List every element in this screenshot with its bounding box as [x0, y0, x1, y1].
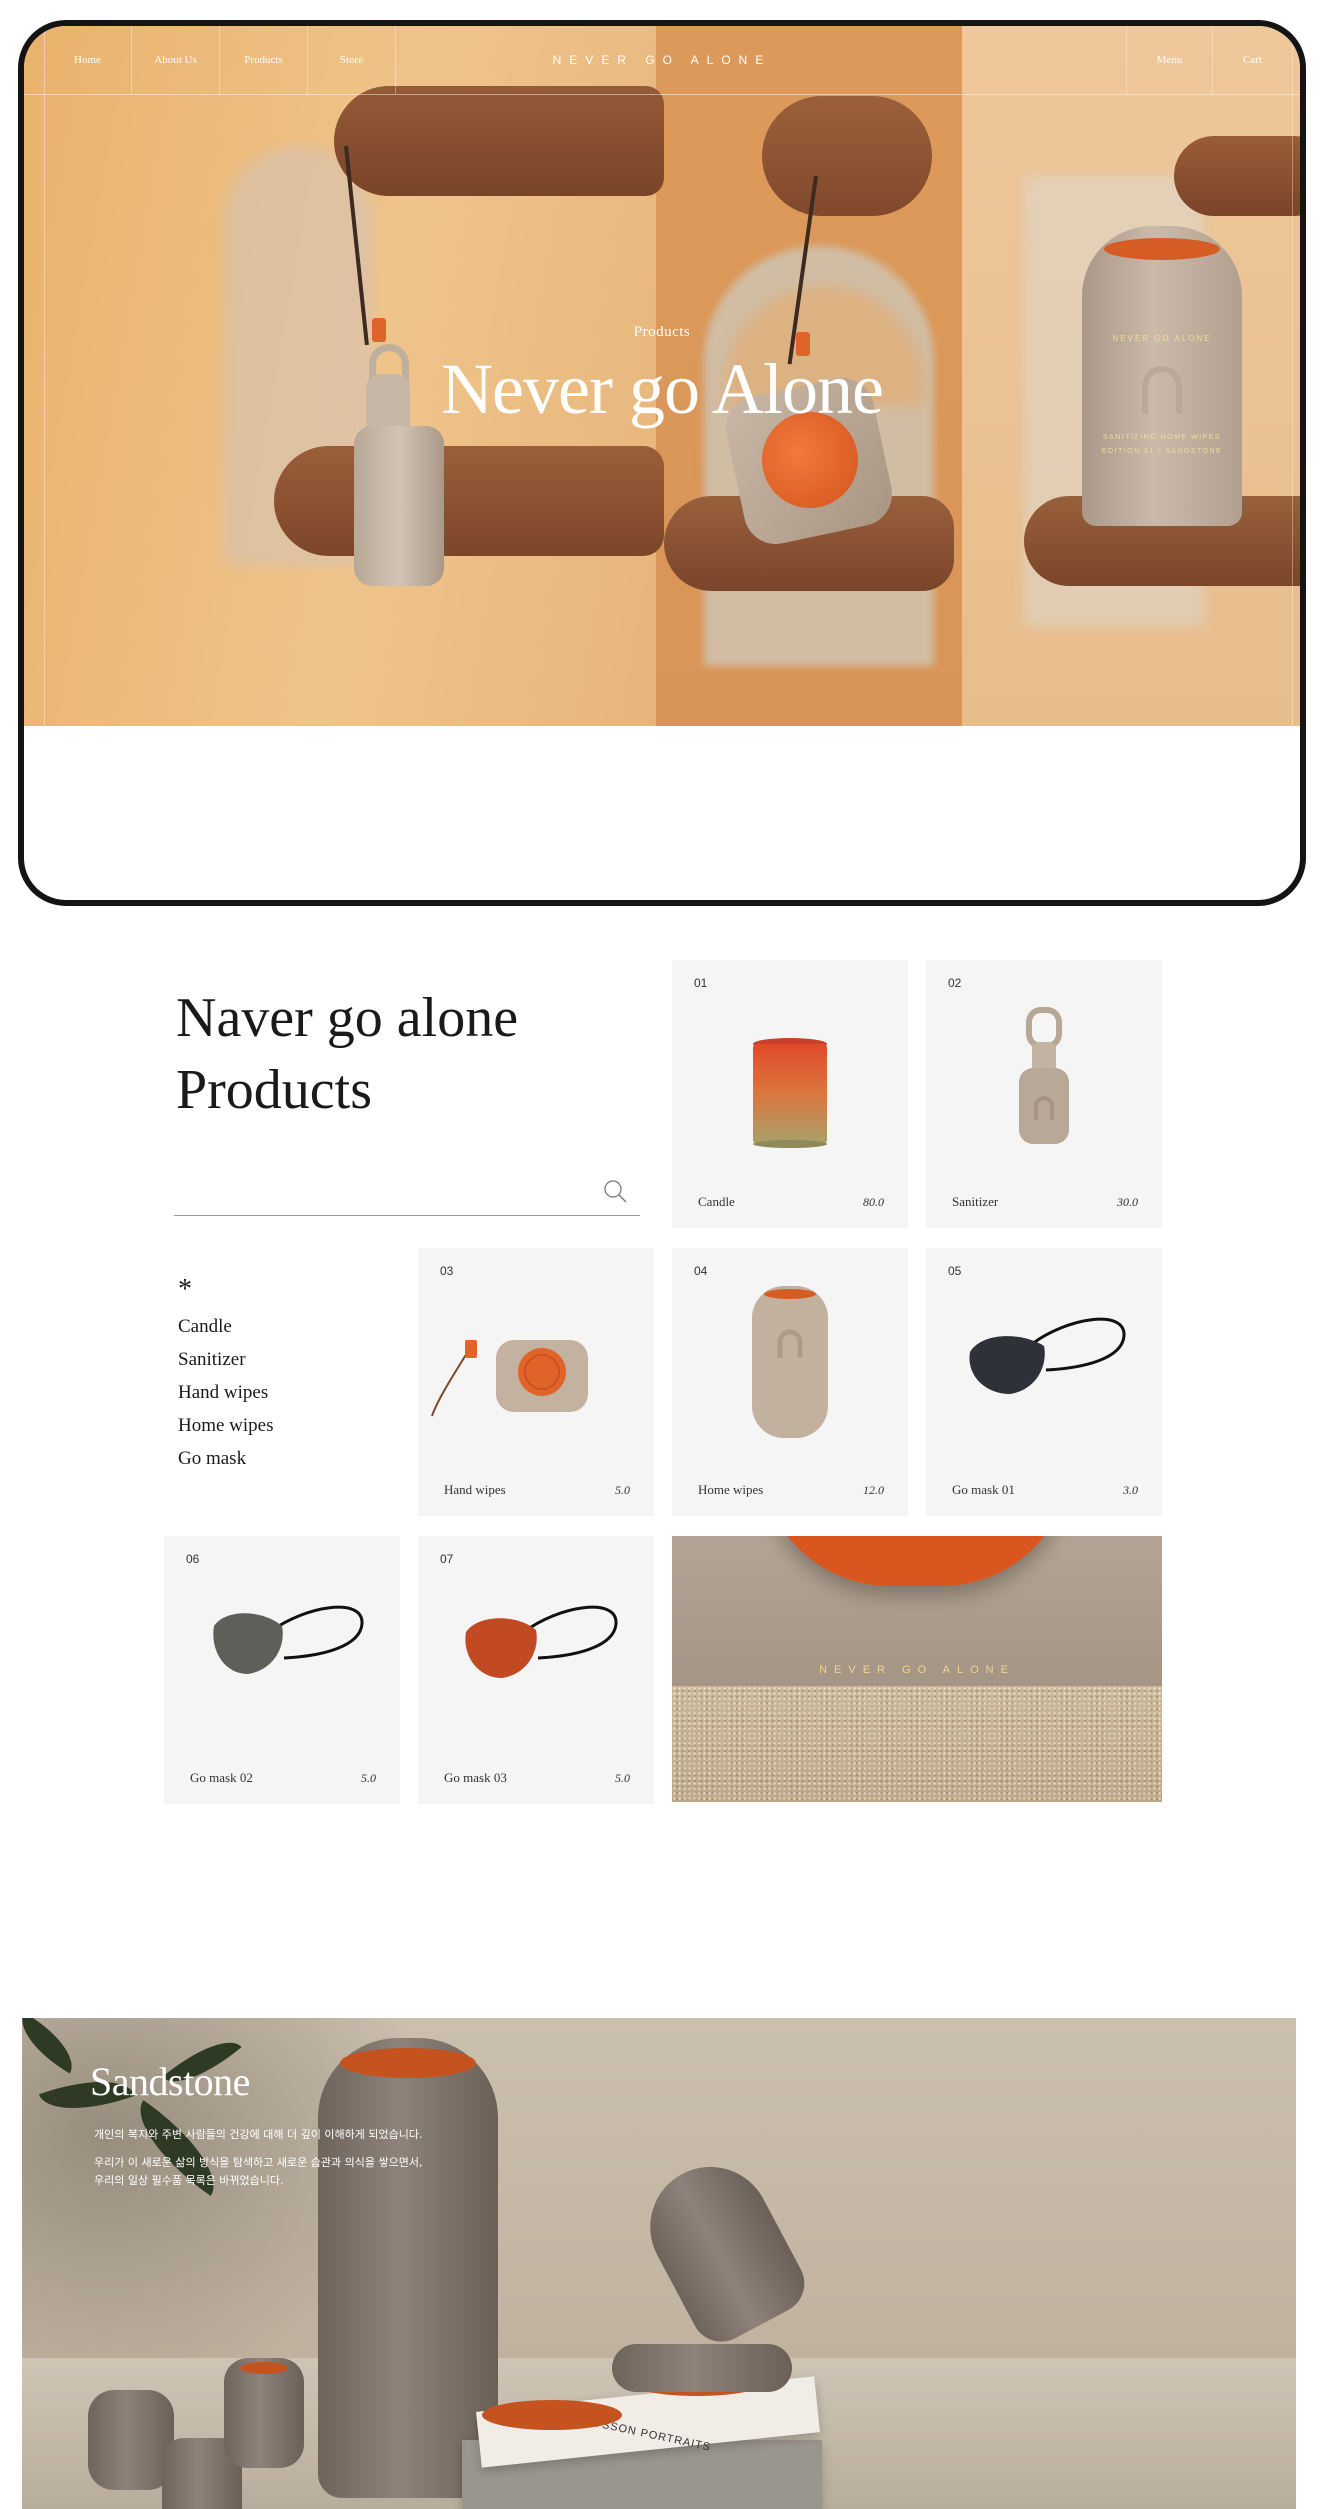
bottle-cap-accent [240, 2362, 288, 2374]
sanitizer-image [1019, 1007, 1069, 1144]
product-price: 30.0 [1117, 1195, 1138, 1209]
category-filter-list: * Candle Sanitizer Hand wipes Home wipes… [178, 1276, 274, 1475]
open-case-base-image [612, 2344, 792, 2392]
candle-image [753, 1038, 827, 1148]
wipe-disc-image [482, 2400, 622, 2430]
nav-cart-button[interactable]: Cart [1212, 26, 1292, 94]
product-card-sanitizer[interactable]: 02 Sanitizer 30.0 [926, 960, 1162, 1228]
product-name: Sanitizer [952, 1194, 999, 1209]
nav-products-link[interactable]: Products [220, 26, 308, 94]
product-search [174, 1168, 640, 1216]
product-card-hand-wipes[interactable]: 03 Hand wipes 5.0 [418, 1248, 654, 1516]
category-hand-wipes[interactable]: Hand wipes [178, 1376, 274, 1409]
hand-image [274, 446, 664, 556]
promo-image-tile: NEVER GO ALONE [672, 1536, 1162, 1802]
product-name: Go mask 02 [190, 1770, 253, 1785]
product-card-go-mask-03[interactable]: 07 Go mask 03 5.0 [418, 1536, 654, 1804]
product-price: 3.0 [1123, 1483, 1138, 1497]
promo-brand-text: NEVER GO ALONE [819, 1664, 1015, 1676]
banner-desc-line: 개인의 복지와 주변 사람들의 건강에 대해 더 깊이 이해하게 되었습니다. [94, 2128, 423, 2141]
nav-store-link[interactable]: Store [308, 26, 396, 94]
hand-image [762, 96, 932, 216]
top-navigation: Home About Us Products Store NEVER GO AL… [24, 26, 1300, 94]
home-wipes-image [752, 1286, 828, 1438]
product-card-go-mask-02[interactable]: 06 Go mask 02 5.0 [164, 1536, 400, 1804]
nav-divider [24, 94, 1300, 95]
hero-title: Never go Alone [441, 349, 884, 429]
large-canister-image [318, 2038, 498, 2498]
product-number: 05 [948, 1264, 962, 1278]
black-mask-image [969, 1317, 1126, 1394]
promo-carpet-texture [672, 1686, 1162, 1802]
canister-lid [1104, 238, 1220, 260]
hand-image [1174, 136, 1300, 216]
product-name: Hand wipes [444, 1482, 506, 1497]
small-bottle-image [224, 2358, 304, 2468]
product-number: 06 [186, 1552, 200, 1566]
product-card-candle[interactable]: 01 Candle 80.0 [672, 960, 908, 1228]
hero-banner: NEVER GO ALONE SANITIZING HOME WIPES EDI… [24, 26, 1300, 726]
hand-wipes-image [431, 1340, 588, 1417]
canister-label-text: SANITIZING HOME WIPES [1102, 434, 1222, 441]
category-home-wipes[interactable]: Home wipes [178, 1409, 274, 1442]
canister-lid [340, 2048, 476, 2078]
category-sanitizer[interactable]: Sanitizer [178, 1343, 274, 1376]
product-name: Go mask 03 [444, 1770, 507, 1785]
category-candle[interactable]: Candle [178, 1310, 274, 1343]
product-card-home-wipes[interactable]: 04 Home wipes 12.0 [672, 1248, 908, 1516]
product-number: 07 [440, 1552, 454, 1566]
banner-title: Sandstone [90, 2059, 250, 2104]
device-frame: NEVER GO ALONE SANITIZING HOME WIPES EDI… [18, 20, 1306, 906]
hero-subtitle: Products [633, 324, 691, 340]
products-section-title: Naver go alone Products [176, 982, 518, 1126]
product-price: 5.0 [361, 1771, 376, 1785]
product-number: 01 [694, 976, 708, 990]
products-title-line: Products [176, 1059, 372, 1121]
product-price: 5.0 [615, 1483, 630, 1497]
banner-desc-line: 우리의 일상 필수품 목록은 바뀌었습니다. [94, 2174, 284, 2187]
category-go-mask[interactable]: Go mask [178, 1442, 274, 1475]
product-name: Candle [698, 1194, 735, 1209]
product-number: 02 [948, 976, 962, 990]
products-title-line: Naver go alone [176, 987, 519, 1049]
product-card-go-mask-01[interactable]: 05 Go mask 01 3.0 [926, 1248, 1162, 1516]
product-name: Home wipes [698, 1482, 764, 1497]
banner-description: 개인의 복지와 주변 사람들의 건강에 대해 더 깊이 이해하게 되었습니다. … [94, 2126, 514, 2200]
banner-desc-line: 우리가 이 새로운 삶의 방식을 탐색하고 새로운 습관과 의식을 쌓으면서, [94, 2156, 423, 2169]
search-icon[interactable] [602, 1178, 628, 1204]
product-number: 04 [694, 1264, 708, 1278]
nav-home-link[interactable]: Home [44, 26, 132, 94]
product-price: 80.0 [863, 1195, 884, 1209]
grey-mask-image [213, 1605, 364, 1674]
open-case-lid-image [629, 2145, 815, 2353]
sanitizer-bottle-image [354, 426, 444, 586]
nav-about-link[interactable]: About Us [132, 26, 220, 94]
category-all-marker[interactable]: * [178, 1276, 274, 1304]
product-price: 12.0 [863, 1483, 884, 1497]
orange-mask-image [465, 1605, 618, 1678]
search-input[interactable] [174, 1168, 594, 1214]
product-price: 5.0 [615, 1771, 630, 1785]
product-number: 03 [440, 1264, 454, 1278]
nav-menu-button[interactable]: Menu [1126, 26, 1212, 94]
product-name: Go mask 01 [952, 1482, 1015, 1497]
canister-label-text: EDITION 01 / SANDSTONE [1101, 448, 1223, 455]
sandstone-banner: CARL BENGTSSON PORTRAITS Sandstone 개인의 복… [22, 2018, 1296, 2509]
hand-image [334, 86, 664, 196]
